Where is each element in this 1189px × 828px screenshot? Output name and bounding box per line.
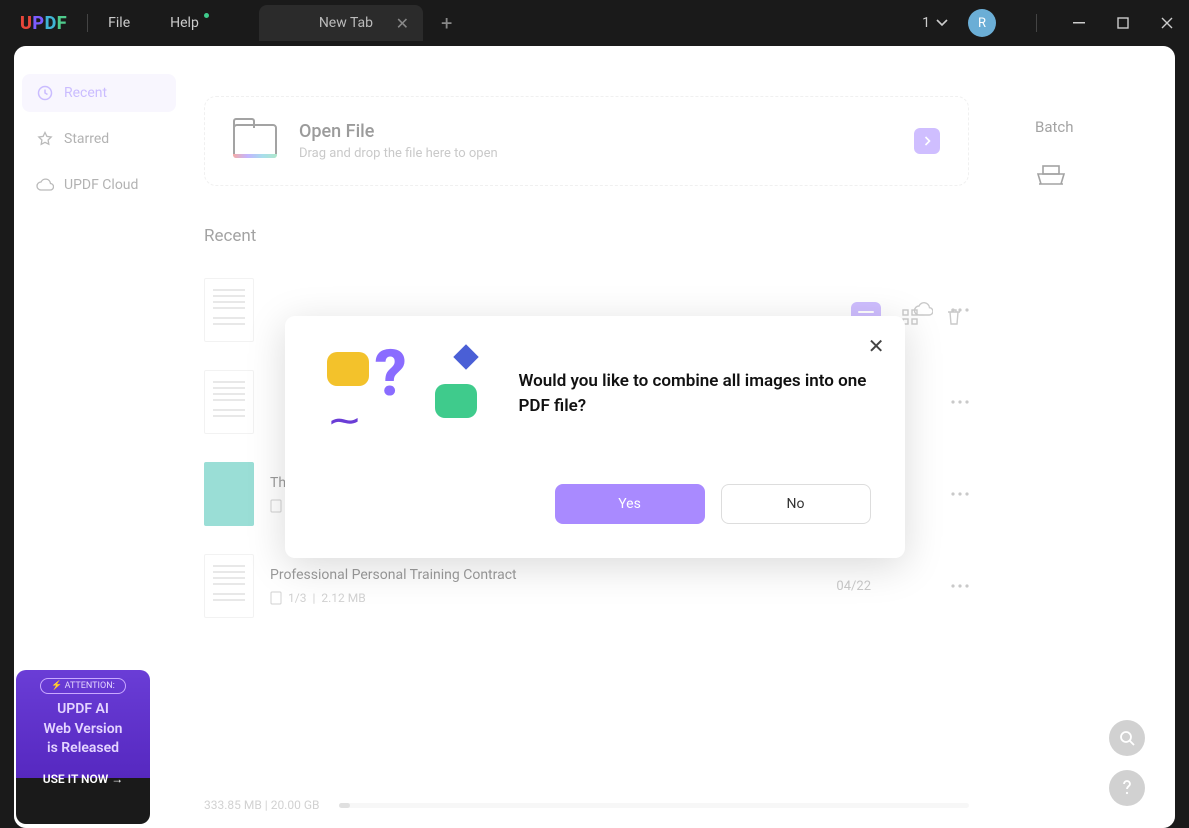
dialog-illustration: ? ⁓ <box>319 344 489 444</box>
yes-button[interactable]: Yes <box>555 484 705 524</box>
maximize-button[interactable] <box>1101 1 1145 45</box>
minimize-button[interactable] <box>1057 1 1101 45</box>
tab-label: New Tab <box>319 15 373 31</box>
chevron-down-icon[interactable] <box>936 19 948 27</box>
promo-banner[interactable]: ⚡ ATTENTION: UPDF AI Web Version is Rele… <box>16 670 150 824</box>
menu-file[interactable]: File <box>108 15 130 31</box>
dialog-close-button[interactable]: ✕ <box>868 334 885 358</box>
menu-help[interactable]: Help <box>170 15 199 31</box>
tab-new[interactable]: New Tab ✕ <box>259 5 423 41</box>
divider <box>87 14 88 32</box>
dialog-message: Would you like to combine all images int… <box>519 369 871 418</box>
combine-images-dialog: ✕ ? ⁓ Would you like to combine all imag… <box>285 316 905 558</box>
add-tab-button[interactable]: + <box>441 11 452 35</box>
titlebar: UPDF File Help New Tab ✕ + 1 R <box>0 0 1189 46</box>
avatar[interactable]: R <box>968 9 996 37</box>
divider <box>1036 14 1037 32</box>
notification-dot <box>204 13 209 18</box>
modal-overlay: ✕ ? ⁓ Would you like to combine all imag… <box>14 46 1175 828</box>
window-count[interactable]: 1 <box>922 15 930 31</box>
promo-badge: ⚡ ATTENTION: <box>40 678 126 694</box>
promo-text: UPDF AI Web Version is Released <box>16 700 150 759</box>
no-button[interactable]: No <box>721 484 871 524</box>
close-icon[interactable]: ✕ <box>396 14 409 33</box>
app-body: Recent Starred UPDF Cloud Open File Drag… <box>14 46 1175 828</box>
promo-button[interactable]: USE IT NOW → <box>16 772 150 786</box>
app-logo: UPDF <box>20 13 67 34</box>
close-button[interactable] <box>1145 1 1189 45</box>
